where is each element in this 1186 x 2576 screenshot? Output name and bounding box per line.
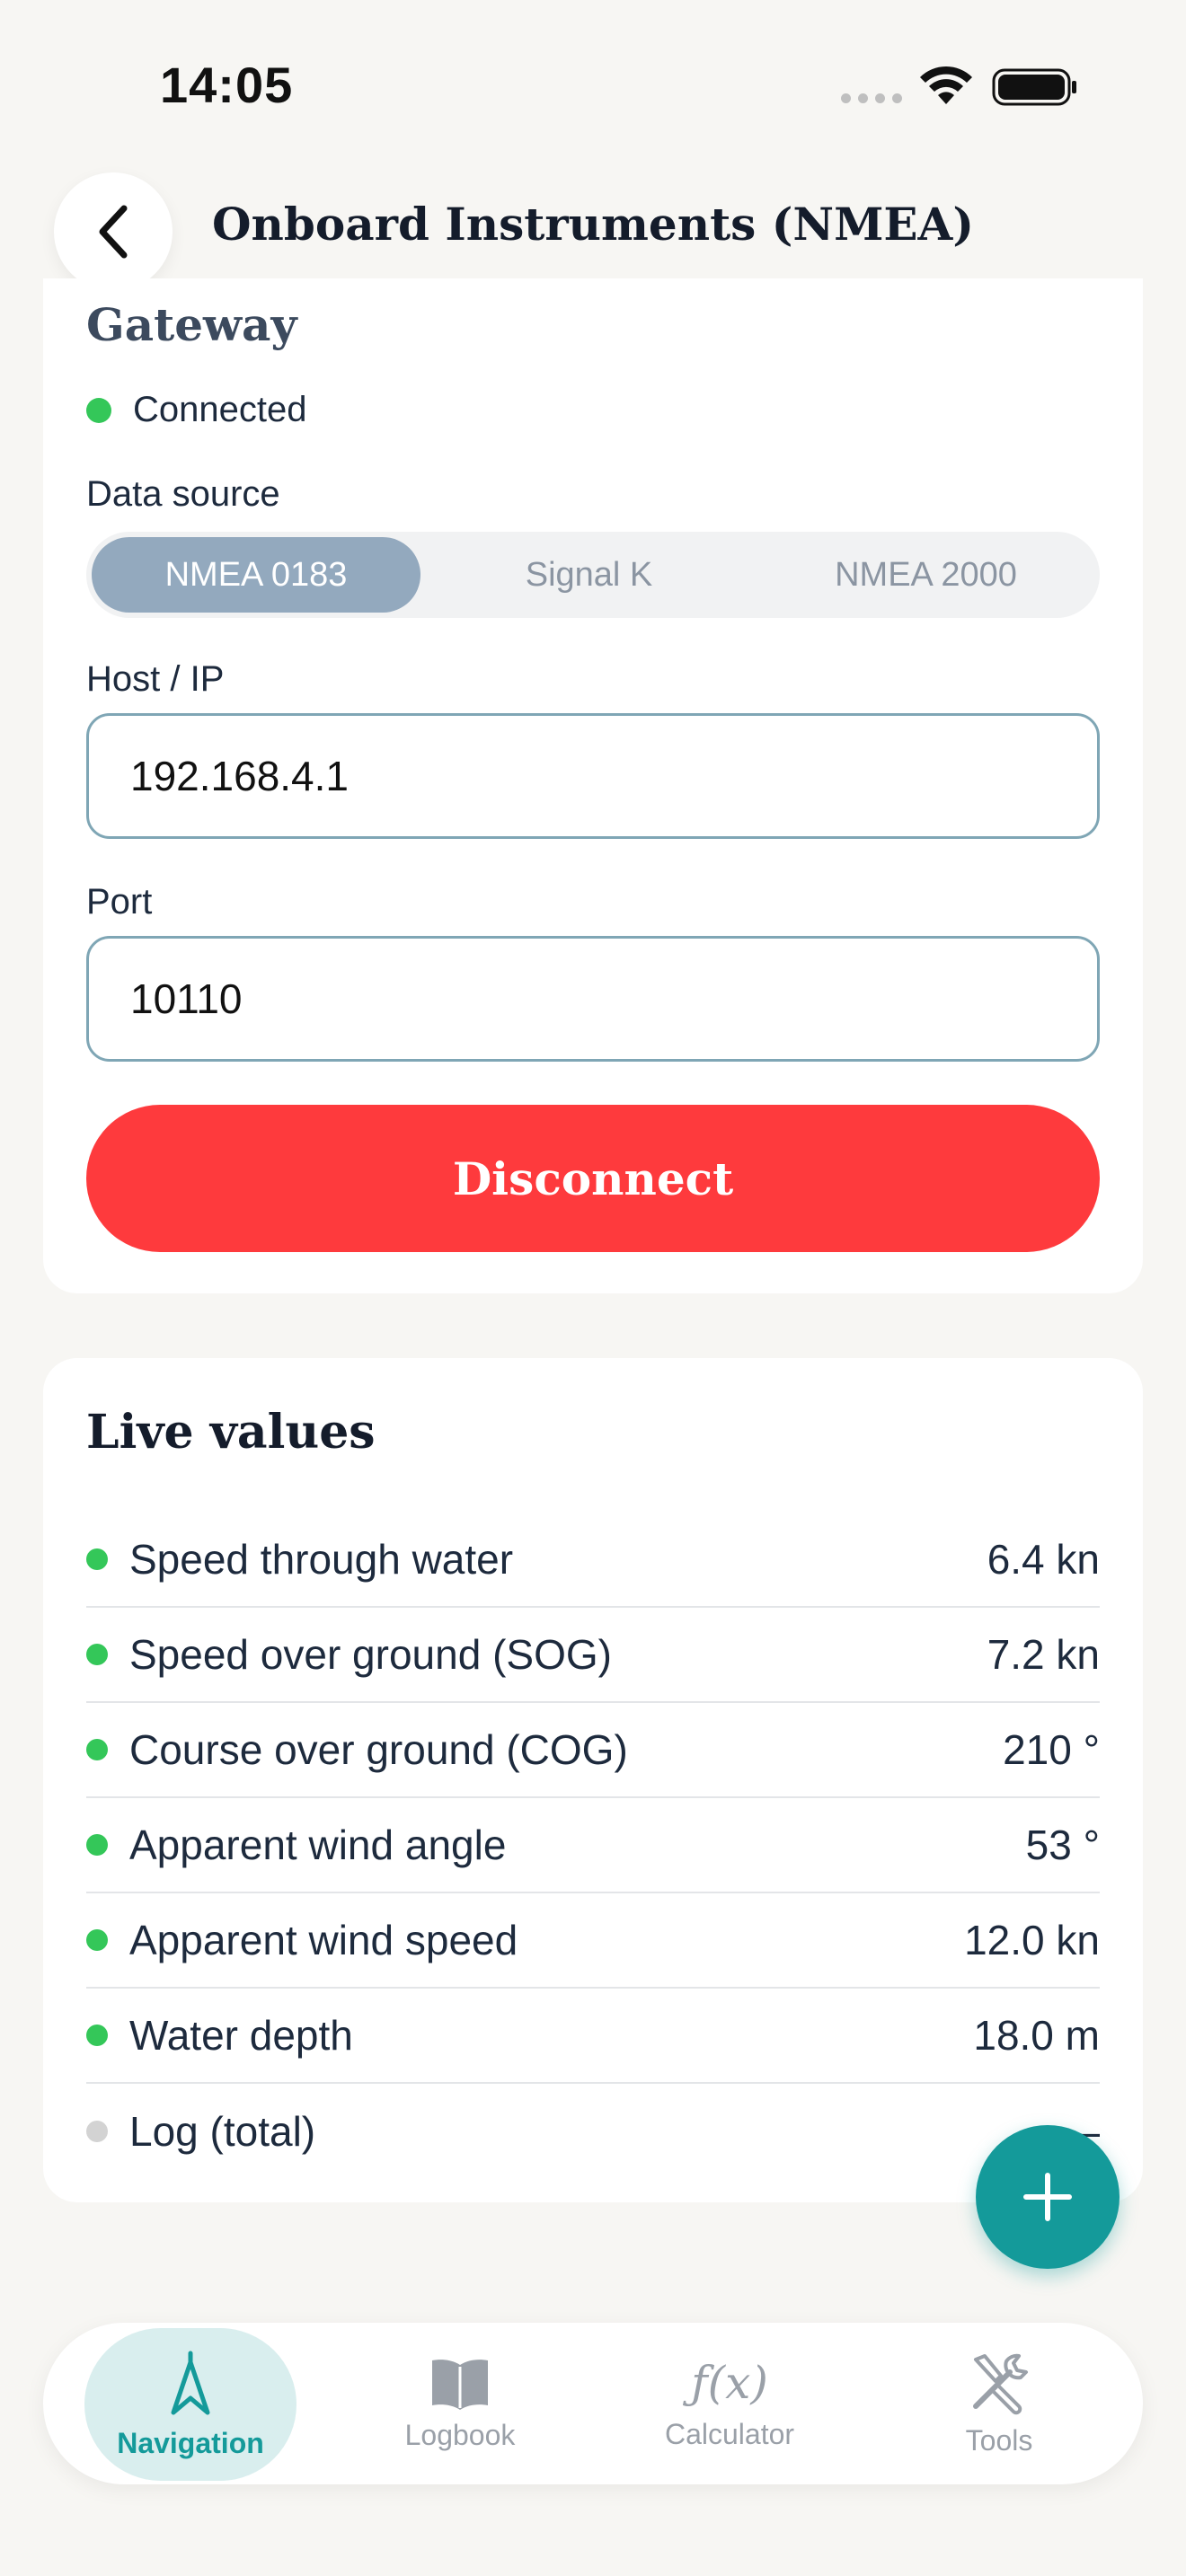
segment-nmea-0183[interactable]: NMEA 0183	[92, 537, 420, 613]
live-value-label: Course over ground (COG)	[129, 1726, 628, 1773]
live-value: 12.0 kn	[964, 1917, 1100, 1963]
status-dot-icon	[86, 2025, 108, 2046]
status-dot-icon	[86, 1834, 108, 1856]
nav-item-tools[interactable]: Tools	[893, 2323, 1105, 2484]
live-value-label: Apparent wind speed	[129, 1917, 518, 1963]
nav-item-navigation[interactable]: Navigation	[84, 2328, 296, 2481]
back-button[interactable]	[54, 172, 173, 291]
port-label: Port	[86, 882, 153, 922]
live-values-title: Live values	[86, 1405, 376, 1460]
nav-item-calculator[interactable]: ƒ(x) Calculator	[624, 2323, 836, 2484]
disconnect-button[interactable]: Disconnect	[86, 1105, 1100, 1252]
chevron-left-icon	[99, 205, 128, 259]
list-item: Speed over ground (SOG) 7.2 kn	[86, 1608, 1100, 1703]
plus-icon	[1023, 2173, 1072, 2221]
live-value-label: Water depth	[129, 2012, 353, 2059]
connection-status-text: Connected	[133, 390, 307, 429]
host-label: Host / IP	[86, 659, 225, 699]
data-source-label: Data source	[86, 474, 280, 514]
nav-label: Navigation	[117, 2426, 264, 2459]
add-button[interactable]	[976, 2125, 1120, 2269]
live-value-label: Speed over ground (SOG)	[129, 1631, 612, 1678]
battery-icon	[992, 68, 1076, 106]
list-item: Apparent wind speed 12.0 kn	[86, 1893, 1100, 1989]
segment-nmea-2000[interactable]: NMEA 2000	[757, 537, 1094, 613]
status-dot-icon	[86, 1644, 108, 1665]
status-dot-icon	[86, 1739, 108, 1760]
status-dot-icon	[86, 1929, 108, 1951]
wifi-icon	[920, 66, 972, 104]
nav-label: Logbook	[404, 2418, 516, 2451]
port-input[interactable]	[86, 936, 1100, 1062]
segment-signal-k[interactable]: Signal K	[420, 537, 757, 613]
function-icon: ƒ(x)	[691, 2356, 768, 2409]
list-item: Course over ground (COG) 210 °	[86, 1703, 1100, 1798]
live-value: 53 °	[1025, 1822, 1100, 1868]
status-bar: 14:05	[0, 0, 1186, 162]
live-values-list: Speed through water 6.4 kn Speed over gr…	[86, 1513, 1100, 2179]
nav-item-logbook[interactable]: Logbook	[354, 2323, 566, 2484]
navigation-arrow-icon	[171, 2351, 210, 2414]
book-icon	[432, 2359, 488, 2410]
page-title: Onboard Instruments (NMEA)	[212, 198, 974, 251]
gateway-card: Gateway Connected Data source NMEA 0183 …	[43, 278, 1143, 1293]
cellular-signal-icon	[841, 93, 902, 103]
live-value-label: Log (total)	[129, 2108, 316, 2155]
status-dot-icon	[86, 1548, 108, 1570]
gateway-title: Gateway	[86, 298, 297, 351]
live-value-label: Speed through water	[129, 1536, 514, 1583]
live-value-label: Apparent wind angle	[129, 1822, 507, 1868]
host-input[interactable]	[86, 713, 1100, 839]
status-time: 14:05	[160, 57, 294, 113]
tools-icon	[973, 2353, 1028, 2414]
nav-label: Tools	[965, 2423, 1033, 2457]
live-values-card: Live values Speed through water 6.4 kn S…	[43, 1358, 1143, 2202]
live-value: 210 °	[1003, 1726, 1100, 1773]
list-item: Log (total) —	[86, 2084, 1100, 2179]
list-item: Water depth 18.0 m	[86, 1989, 1100, 2084]
live-value: 18.0 m	[973, 2012, 1100, 2059]
live-value: 7.2 kn	[987, 1631, 1100, 1678]
live-value: 6.4 kn	[987, 1536, 1100, 1583]
connection-status: Connected	[86, 390, 306, 430]
data-source-selector: NMEA 0183 Signal K NMEA 2000	[86, 532, 1100, 618]
status-dot-icon	[86, 2121, 108, 2142]
connected-dot-icon	[86, 397, 111, 423]
list-item: Speed through water 6.4 kn	[86, 1513, 1100, 1608]
nav-label: Calculator	[664, 2417, 795, 2450]
list-item: Apparent wind angle 53 °	[86, 1798, 1100, 1893]
bottom-nav: Navigation Logbook ƒ(x) Calculator Tools	[43, 2323, 1143, 2484]
